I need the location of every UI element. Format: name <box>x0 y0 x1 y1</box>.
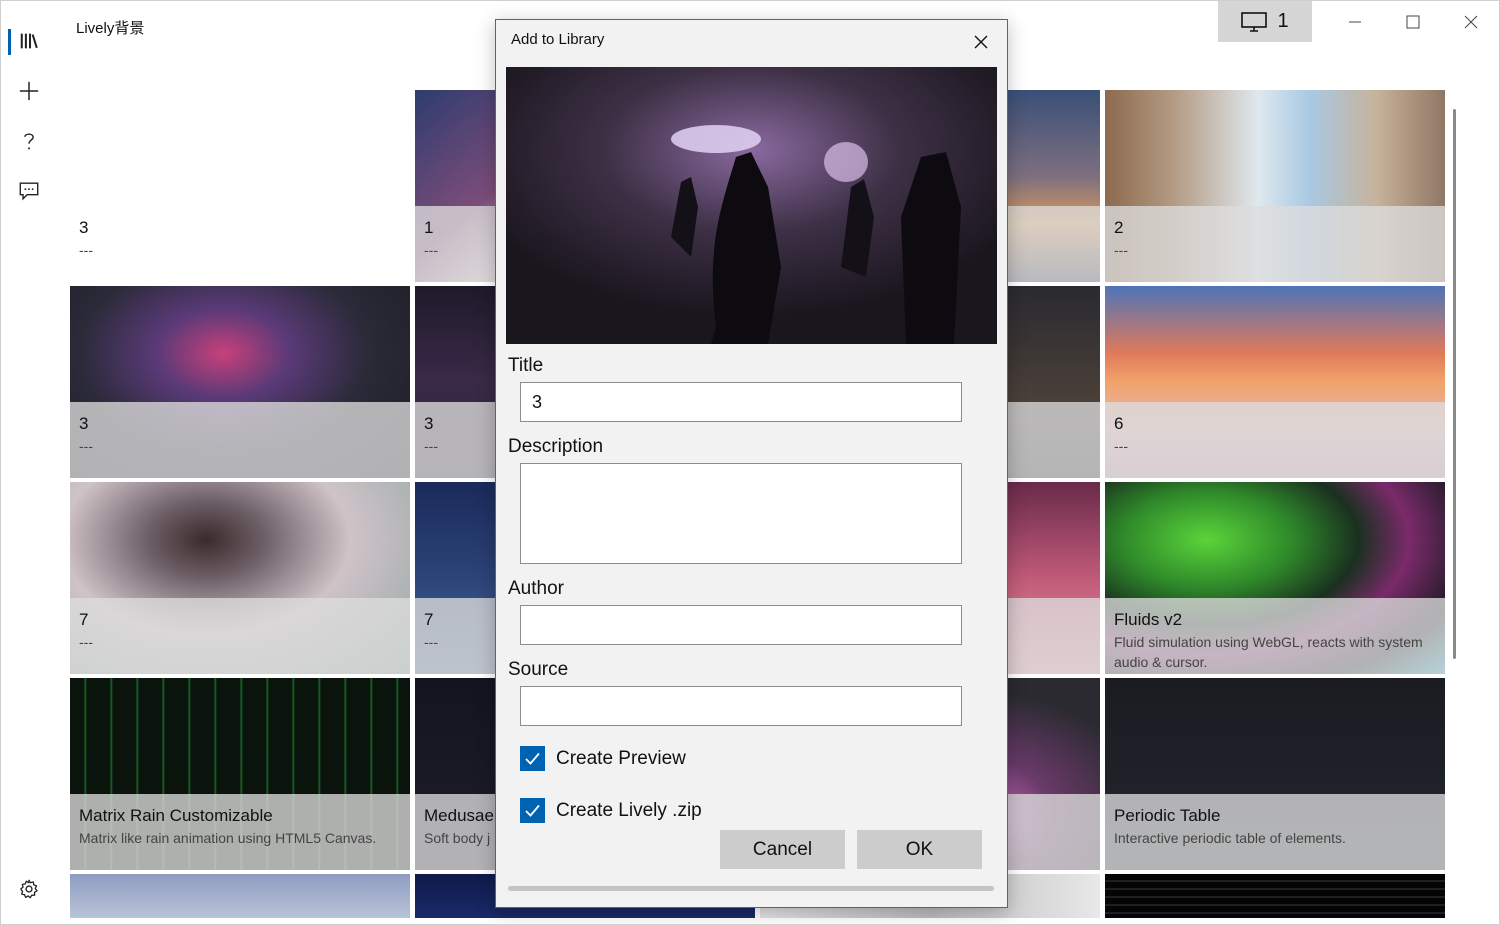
description-label: Description <box>508 436 604 457</box>
library-nav-button[interactable] <box>7 21 51 61</box>
tile-title: 7 <box>79 610 89 629</box>
close-window-button[interactable] <box>1442 1 1499 42</box>
cancel-button[interactable]: Cancel <box>720 830 845 869</box>
wallpaper-tile[interactable]: 3 --- <box>70 90 410 282</box>
create-preview-label: Create Preview <box>556 747 686 769</box>
close-icon <box>974 35 988 49</box>
wallpaper-tile[interactable]: 2 --- <box>1105 90 1445 282</box>
sidebar <box>1 1 57 924</box>
maximize-button[interactable] <box>1384 1 1442 42</box>
source-input[interactable] <box>520 686 962 726</box>
source-label: Source <box>508 659 569 680</box>
create-zip-option[interactable]: Create Lively .zip <box>520 798 702 823</box>
help-button[interactable] <box>7 121 51 161</box>
tile-title: Periodic Table <box>1114 806 1221 825</box>
add-to-library-dialog: Add to Library Title 3 Description Autho… <box>495 19 1008 908</box>
wallpaper-tile[interactable]: 3 --- <box>70 286 410 478</box>
ok-button[interactable]: OK <box>857 830 982 869</box>
gear-icon <box>20 879 38 899</box>
dialog-title: Add to Library <box>511 31 605 48</box>
tile-title: 6 <box>1114 414 1124 433</box>
wallpaper-preview-image <box>506 67 997 344</box>
wallpaper-tile[interactable]: Periodic Table Interactive periodic tabl… <box>1105 678 1445 870</box>
question-icon <box>24 133 34 150</box>
minimize-button[interactable] <box>1326 1 1384 42</box>
tile-description: Interactive periodic table of elements. <box>1114 830 1346 846</box>
checkmark-icon <box>525 804 540 817</box>
wallpaper-tile[interactable]: 6 --- <box>1105 286 1445 478</box>
plus-icon <box>19 81 39 101</box>
lively-window: Lively背景 1 3 --- 1 --- 2 --- 3 --- 3 ---… <box>0 0 1500 925</box>
preview-artwork <box>506 67 997 344</box>
tile-title: Matrix Rain Customizable <box>79 806 273 825</box>
close-icon <box>1464 15 1478 28</box>
author-label: Author <box>508 578 564 599</box>
settings-button[interactable] <box>7 869 51 909</box>
create-zip-label: Create Lively .zip <box>556 799 702 821</box>
maximize-icon <box>1406 15 1420 28</box>
create-preview-option[interactable]: Create Preview <box>520 746 686 771</box>
monitor-select-button[interactable]: 1 <box>1218 1 1312 42</box>
author-input[interactable] <box>520 605 962 645</box>
wallpaper-tile[interactable]: Fluids v2 Fluid simulation using WebGL, … <box>1105 482 1445 674</box>
library-scrollbar[interactable] <box>1453 109 1456 659</box>
tile-title: Fluids v2 <box>1114 610 1183 629</box>
wallpaper-tile[interactable] <box>70 874 410 918</box>
minimize-icon <box>1349 21 1361 22</box>
tile-thumbnail <box>1105 874 1445 918</box>
checkmark-icon <box>525 752 540 765</box>
tile-description: --- <box>1114 242 1128 258</box>
title-input[interactable] <box>520 382 962 422</box>
tile-title: 3 <box>79 218 89 237</box>
feedback-button[interactable] <box>7 171 51 211</box>
library-icon <box>20 33 38 49</box>
add-wallpaper-button[interactable] <box>7 71 51 111</box>
tile-title: 3 <box>79 414 89 433</box>
tile-description: --- <box>79 242 93 258</box>
monitor-number: 1 <box>1277 10 1289 32</box>
dialog-horizontal-scrollbar[interactable] <box>508 886 994 891</box>
wallpaper-tile[interactable]: Matrix Rain Customizable Matrix like rai… <box>70 678 410 870</box>
wallpaper-tile[interactable] <box>1105 874 1445 918</box>
tile-thumbnail <box>70 874 410 918</box>
tile-description: Fluid simulation using WebGL, reacts wit… <box>1114 634 1423 670</box>
chat-bubble-icon <box>19 182 39 201</box>
tile-title: 2 <box>1114 218 1124 237</box>
description-input[interactable] <box>520 463 962 564</box>
tile-description: --- <box>79 438 93 454</box>
wallpaper-tile-selected[interactable]: 7 --- <box>70 482 410 674</box>
monitor-icon <box>1241 11 1268 32</box>
create-zip-checkbox[interactable] <box>520 798 545 823</box>
title-label: Title <box>508 355 544 376</box>
tile-description: --- <box>1114 438 1128 454</box>
app-title: Lively背景 <box>76 20 145 37</box>
tile-description: --- <box>79 634 93 650</box>
tile-description: Matrix like rain animation using HTML5 C… <box>79 830 377 846</box>
create-preview-checkbox[interactable] <box>520 746 545 771</box>
dialog-close-button[interactable] <box>971 32 991 52</box>
